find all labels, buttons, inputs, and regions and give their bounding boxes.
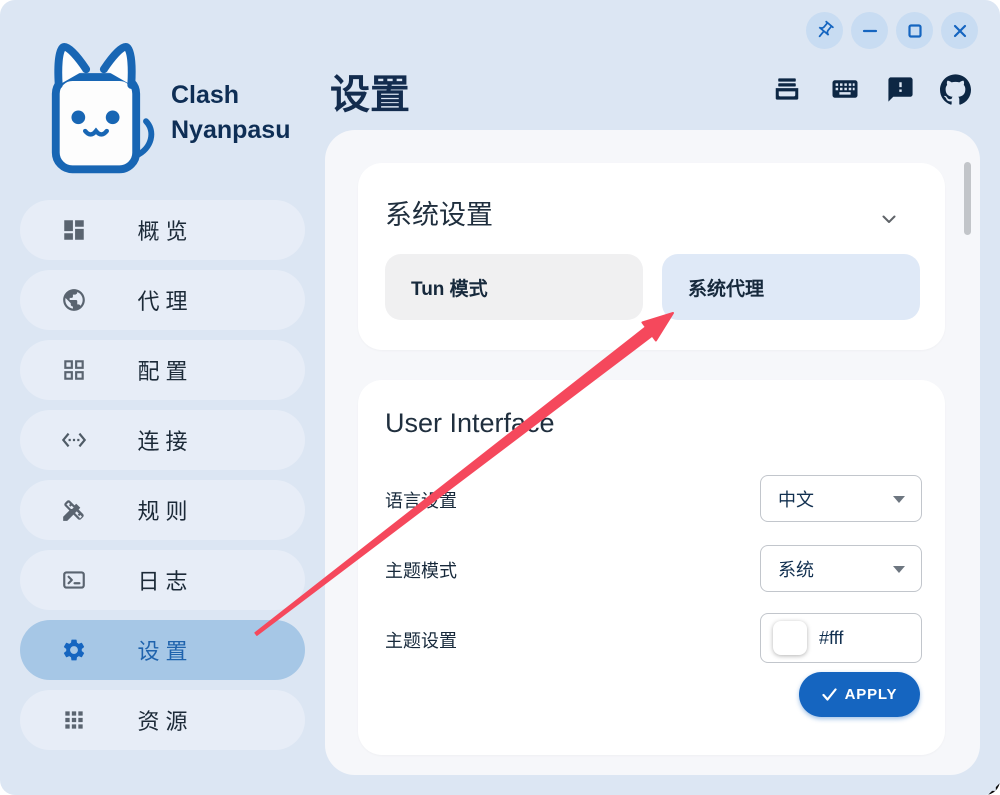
system-settings-card: 系统设置 Tun 模式 系统代理 (358, 163, 945, 350)
printer-button[interactable] (771, 73, 803, 105)
design-tools-icon (61, 497, 87, 523)
sidebar-item-logs[interactable]: 日 志 (20, 550, 305, 610)
sidebar-item-rules[interactable]: 规 则 (20, 480, 305, 540)
globe-icon (61, 287, 87, 313)
pin-button[interactable] (806, 12, 843, 49)
language-select[interactable]: 中文 (760, 475, 922, 522)
maximize-button[interactable] (896, 12, 933, 49)
apps-grid-icon (61, 707, 87, 733)
sidebar-item-connections[interactable]: 连 接 (20, 410, 305, 470)
sidebar-item-proxies[interactable]: 代 理 (20, 270, 305, 330)
theme-mode-select[interactable]: 系统 (760, 545, 922, 592)
language-label: 语言设置 (385, 487, 457, 513)
app-title-line2: Nyanpasu (171, 113, 290, 148)
tun-mode-toggle[interactable]: Tun 模式 (385, 254, 643, 320)
apply-label: APPLY (845, 686, 898, 703)
terminal-icon (61, 567, 87, 593)
toggle-label: Tun 模式 (385, 274, 488, 301)
maximize-icon (905, 21, 925, 41)
minimize-button[interactable] (851, 12, 888, 49)
toggle-label: 系统代理 (662, 274, 764, 301)
system-proxy-toggle[interactable]: 系统代理 (662, 254, 920, 320)
color-swatch[interactable] (773, 621, 807, 655)
gear-icon (61, 637, 87, 663)
sidebar-item-profiles[interactable]: 配 置 (20, 340, 305, 400)
page-title: 设置 (330, 62, 410, 120)
ethernet-icon (61, 427, 87, 453)
settings-content-panel: 系统设置 Tun 模式 系统代理 User Interface 语言设置 中文 … (325, 130, 980, 775)
app-title-line1: Clash (171, 78, 290, 113)
check-icon (822, 688, 837, 701)
theme-mode-label: 主题模式 (385, 557, 457, 583)
sidebar-item-overview[interactable]: 概 览 (20, 200, 305, 260)
caret-down-icon (893, 496, 905, 503)
dashboard-icon (61, 217, 87, 243)
theme-mode-select-value: 系统 (761, 556, 814, 582)
sidebar-item-settings[interactable]: 设 置 (20, 620, 305, 680)
close-button[interactable] (941, 12, 978, 49)
language-select-value: 中文 (761, 486, 814, 512)
feedback-icon (886, 75, 915, 104)
user-interface-card: User Interface 语言设置 中文 主题模式 系统 主题设置 #fff (358, 380, 945, 755)
sidebar-item-resources[interactable]: 资 源 (20, 690, 305, 750)
scrollbar-thumb[interactable] (964, 162, 971, 235)
keyboard-icon (830, 74, 860, 104)
card-title: User Interface (385, 408, 555, 439)
card-title: 系统设置 (385, 193, 493, 232)
github-icon (940, 74, 971, 105)
theme-color-input[interactable]: #fff (760, 613, 922, 663)
github-button[interactable] (939, 73, 971, 105)
grid-icon (61, 357, 87, 383)
chevron-down-icon (877, 207, 901, 231)
printer-icon (772, 74, 802, 104)
caret-down-icon (893, 566, 905, 573)
close-icon (950, 21, 970, 41)
hotkeys-button[interactable] (829, 73, 861, 105)
theme-setting-label: 主题设置 (385, 627, 457, 653)
collapse-button[interactable] (877, 207, 901, 236)
app-window: Clash Nyanpasu 概 览 代 理 配 置 连 接 规 则 日 志 设… (0, 0, 1000, 795)
pin-icon (814, 20, 835, 41)
app-title: Clash Nyanpasu (171, 78, 290, 148)
cat-logo (26, 32, 164, 189)
apply-button[interactable]: APPLY (799, 672, 920, 717)
minimize-icon (860, 21, 880, 41)
resize-grip[interactable] (987, 782, 1000, 795)
feedback-button[interactable] (884, 73, 916, 105)
